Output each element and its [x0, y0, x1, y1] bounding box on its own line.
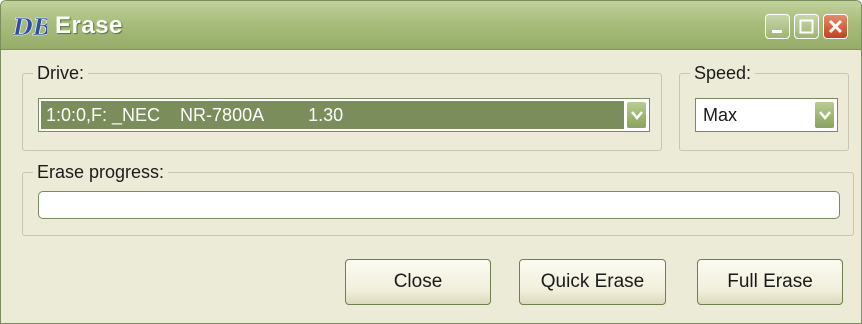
- drive-label: Drive:: [33, 63, 89, 84]
- db-logo-icon: DB: [13, 14, 47, 39]
- minimize-icon: [772, 30, 782, 33]
- speed-selected-value: Max: [703, 105, 738, 125]
- maximize-button[interactable]: [794, 14, 819, 39]
- erase-window: DB Erase Drive: 1:0:0,F: _NEC NR-7800A 1…: [0, 0, 862, 324]
- minimize-button[interactable]: [765, 14, 790, 39]
- erase-progress-group: Erase progress:: [22, 162, 854, 236]
- speed-label: Speed:: [690, 63, 756, 84]
- full-erase-button[interactable]: Full Erase: [697, 259, 843, 305]
- drive-selected-value: 1:0:0,F: _NEC NR-7800A 1.30: [41, 101, 624, 129]
- speed-select[interactable]: Max: [695, 98, 838, 132]
- close-button[interactable]: Close: [345, 259, 491, 305]
- chevron-down-icon: [631, 111, 643, 120]
- drive-select[interactable]: 1:0:0,F: _NEC NR-7800A 1.30: [38, 98, 650, 132]
- erase-progress-label: Erase progress:: [33, 162, 169, 183]
- svg-text:DB: DB: [13, 14, 47, 39]
- chevron-down-icon: [819, 111, 831, 120]
- close-icon: [828, 19, 843, 34]
- window-title: Erase: [55, 12, 123, 39]
- drive-dropdown-button[interactable]: [626, 101, 647, 129]
- maximize-icon: [799, 19, 814, 34]
- drive-group: Drive: 1:0:0,F: _NEC NR-7800A 1.30: [22, 63, 662, 151]
- speed-dropdown-button[interactable]: [814, 101, 835, 129]
- title-bar[interactable]: DB Erase: [1, 1, 861, 50]
- quick-erase-button[interactable]: Quick Erase: [519, 259, 666, 305]
- speed-group: Speed: Max: [679, 63, 849, 151]
- close-window-button[interactable]: [823, 14, 848, 39]
- erase-progress-bar: [38, 191, 840, 219]
